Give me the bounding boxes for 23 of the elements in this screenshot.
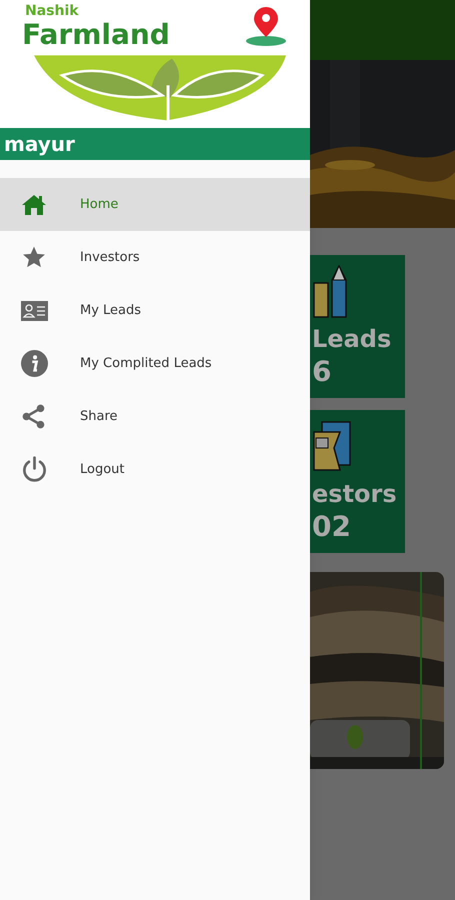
menu-item[interactable]: Investors [0,231,310,284]
home-icon [21,194,47,216]
logo-title: Farmland [22,21,170,49]
card-title: Leads [312,324,392,354]
info-icon [20,350,48,377]
user-name: mayur [4,131,75,158]
card-title: estors [312,479,398,509]
card-count: 02 [312,509,352,544]
menu-item[interactable]: My Leads [0,284,310,337]
contact-card-icon [20,300,48,320]
map-pin-icon [245,7,287,47]
star-icon [21,245,47,270]
pencil-icon [312,265,350,320]
share-icon [21,403,47,430]
menu-item[interactable]: Logout [0,443,310,496]
menu-item[interactable]: My Complited Leads [0,337,310,390]
power-icon [20,456,48,483]
stat-card[interactable]: Leads 6 [310,255,405,398]
menu-item[interactable]: Share [0,390,310,443]
menu-item[interactable]: Home [0,178,310,231]
card-count: 6 [312,354,332,389]
stat-card[interactable]: estors 02 [310,410,405,553]
logo-small-text: Nashik [25,4,79,18]
